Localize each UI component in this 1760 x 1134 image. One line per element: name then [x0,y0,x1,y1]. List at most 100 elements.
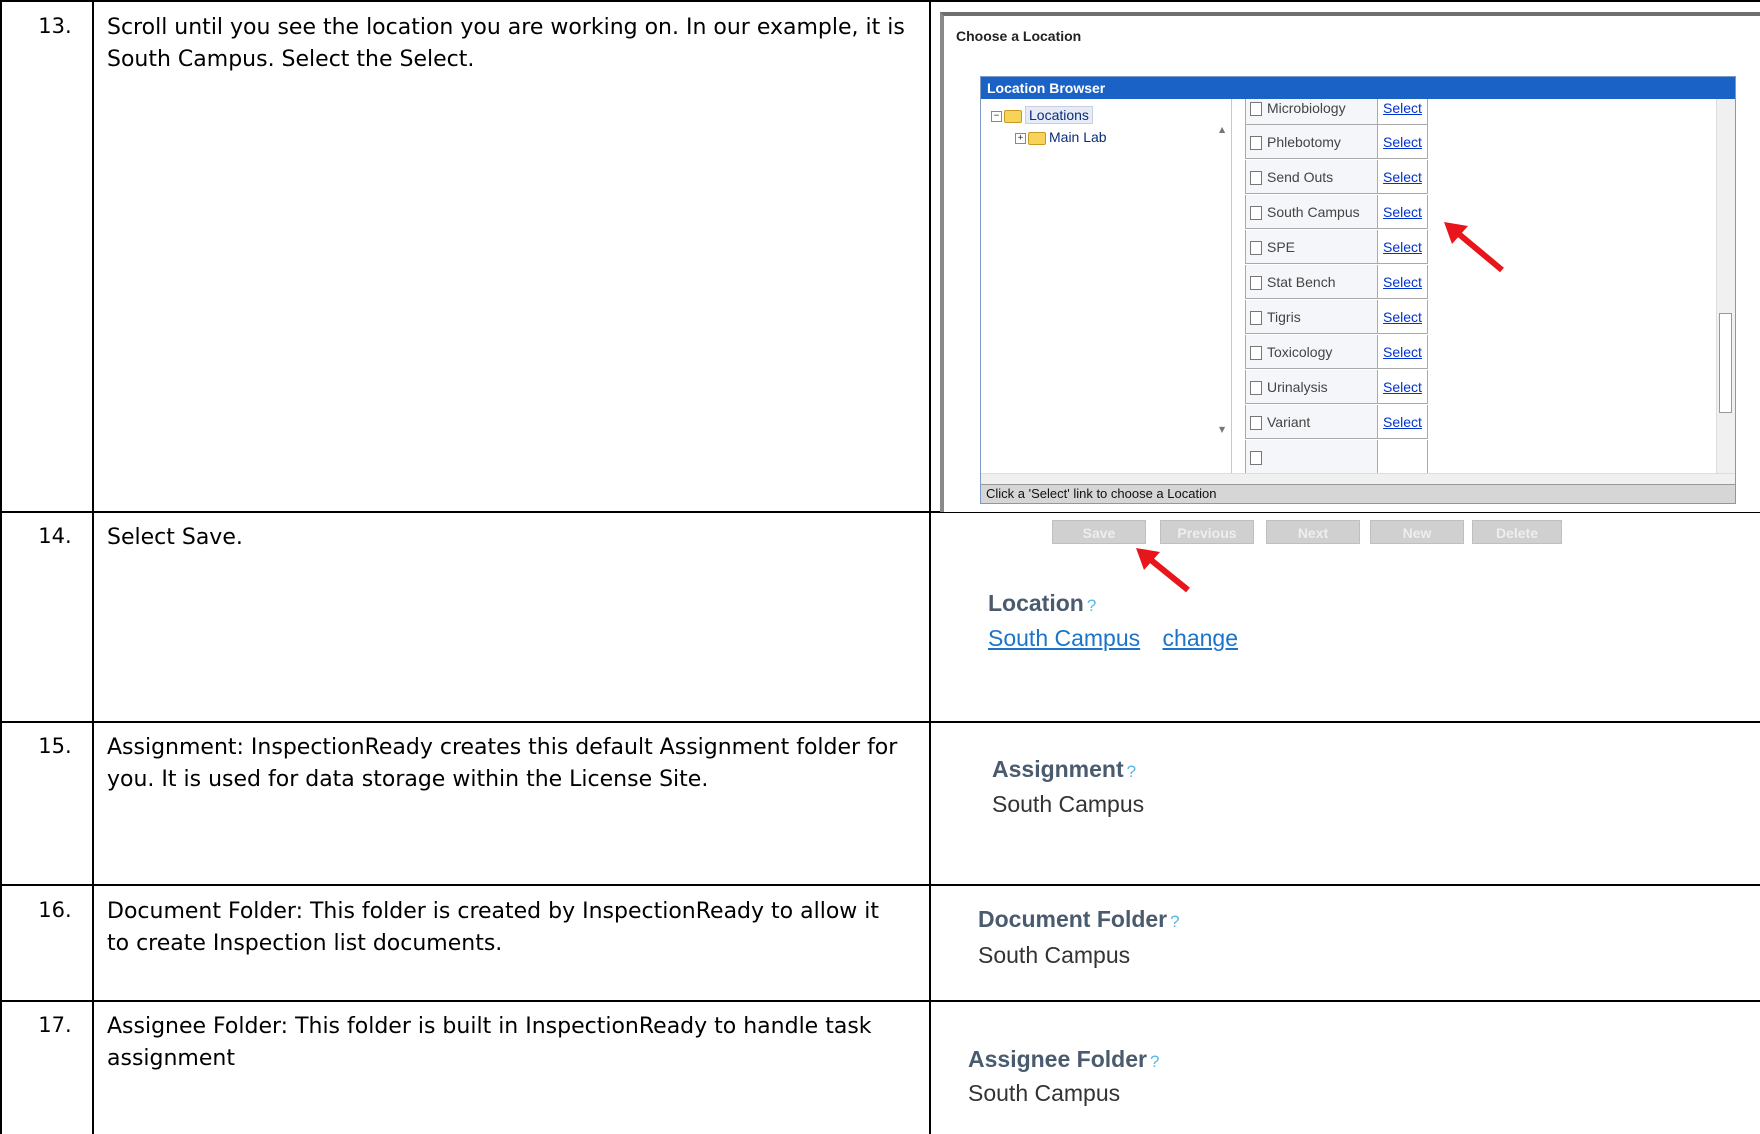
new-button[interactable]: New [1370,520,1464,544]
document-icon [1250,381,1262,396]
step-description: Assignee Folder: This folder is built in… [107,1014,872,1071]
list-item: Send Outs Select [1245,160,1428,195]
previous-button[interactable]: Previous [1160,520,1254,544]
pointer-arrow-icon [1136,548,1190,593]
tree-scrollbar[interactable]: ▲ ▼ [1217,121,1231,495]
next-button[interactable]: Next [1266,520,1360,544]
assignment-label: Assignment? [992,756,1137,782]
location-name: South Campus [1267,204,1360,220]
select-link[interactable]: Select [1383,379,1422,395]
tree-node-label: Locations [1025,106,1093,124]
folder-open-icon [1004,109,1022,123]
location-name: Urinalysis [1267,379,1328,395]
step-number: 15. [38,734,72,758]
document-icon [1250,102,1262,117]
column-divider [92,0,94,1134]
location-label: Location? [988,590,1097,616]
document-icon [1250,136,1262,151]
save-button[interactable]: Save [1052,520,1146,544]
assignee-folder-label: Assignee Folder? [968,1046,1160,1072]
select-link[interactable]: Select [1383,204,1422,220]
step-number: 17. [38,1013,72,1037]
document-icon [1250,451,1262,466]
document-icon [1250,241,1262,256]
list-item: Phlebotomy Select [1245,125,1428,160]
step-number: 16. [38,898,72,922]
location-name: Stat Bench [1267,274,1336,290]
location-name: SPE [1267,239,1296,255]
row-divider [0,1000,1760,1002]
select-link[interactable]: Select [1383,239,1422,255]
change-link[interactable]: change [1163,625,1238,651]
scroll-up-icon[interactable]: ▲ [1219,125,1225,134]
step-description: Document Folder: This folder is created … [107,899,880,956]
scrollbar-thumb[interactable] [1719,313,1732,413]
folder-icon [1028,131,1046,145]
location-value: South Campus change [988,625,1238,652]
step-description: Assignment: InspectionReady creates this… [107,735,898,792]
table-border-top [0,0,1760,2]
list-item: Microbiology Select [1245,99,1428,126]
location-name: Phlebotomy [1267,134,1341,150]
assignee-folder-value: South Campus [968,1080,1121,1106]
document-icon [1250,171,1262,186]
select-link[interactable]: Select [1383,309,1422,325]
pointer-arrow-icon [1444,222,1504,273]
row-divider [0,884,1760,886]
select-link[interactable]: Select [1383,414,1422,430]
delete-button[interactable]: Delete [1472,520,1562,544]
tree-node-main-lab[interactable]: + Main Lab [1015,129,1107,145]
location-name: Microbiology [1267,100,1346,116]
document-icon [1250,346,1262,361]
list-item-south-campus: South Campus Select [1245,195,1428,230]
help-icon[interactable]: ? [1087,596,1096,615]
tree-node-label: Main Lab [1049,129,1107,145]
list-item-partial [1245,440,1428,473]
help-icon[interactable]: ? [1127,762,1136,781]
list-item: Variant Select [1245,405,1428,440]
select-link[interactable]: Select [1383,134,1422,150]
step-number: 13. [38,14,72,38]
document-icon [1250,206,1262,221]
document-icon [1250,276,1262,291]
collapse-icon[interactable]: − [991,110,1002,122]
location-name: Tigris [1267,309,1301,325]
expand-icon[interactable]: + [1015,132,1026,144]
list-item: Urinalysis Select [1245,370,1428,405]
location-link[interactable]: South Campus [988,625,1140,651]
list-item: Tigris Select [1245,300,1428,335]
list-item: Toxicology Select [1245,335,1428,370]
select-link[interactable]: Select [1383,100,1422,116]
dialog-title: Choose a Location [956,28,1082,44]
tree-node-locations[interactable]: − Locations [991,106,1093,124]
location-name: Toxicology [1267,344,1333,360]
document-icon [1250,416,1262,431]
row-divider [0,721,1760,723]
assignment-value: South Campus [992,791,1145,817]
location-tree: − Locations + Main Lab ▲ ▼ [981,99,1232,473]
location-name: Send Outs [1267,169,1334,185]
select-link[interactable]: Select [1383,274,1422,290]
help-icon[interactable]: ? [1170,912,1179,931]
location-browser: Location Browser − Locations + Main Lab ▲ … [980,76,1736,504]
list-item: Stat Bench Select [1245,265,1428,300]
status-bar: Click a 'Select' link to choose a Locati… [981,484,1735,503]
scroll-down-icon[interactable]: ▼ [1219,425,1225,434]
document-folder-label: Document Folder? [978,906,1180,932]
column-divider [929,0,931,1134]
step-number: 14. [38,524,72,548]
select-link[interactable]: Select [1383,169,1422,185]
list-item: SPE Select [1245,230,1428,265]
step-description: Select Save. [107,525,243,550]
choose-location-dialog: Choose a Location Location Browser − Loca… [940,12,1760,512]
document-folder-value: South Campus [978,942,1131,968]
table-border-left [0,0,2,1134]
list-scrollbar[interactable] [1716,99,1735,473]
select-link[interactable]: Select [1383,344,1422,360]
location-name: Variant [1267,414,1311,430]
location-list: Microbiology Select Phlebotomy Select Se… [1231,99,1707,473]
step-description: Scroll until you see the location you ar… [107,15,905,72]
browser-header: Location Browser [981,77,1735,99]
help-icon[interactable]: ? [1150,1052,1159,1071]
document-icon [1250,311,1262,326]
